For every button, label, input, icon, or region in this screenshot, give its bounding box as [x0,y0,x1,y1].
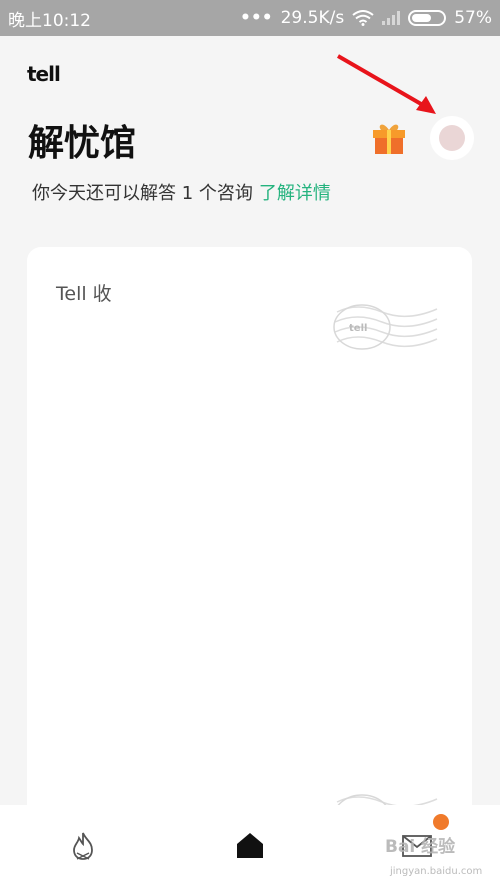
avatar-image [439,125,465,151]
dots-icon: ••• [240,8,273,28]
nav-home[interactable] [236,831,264,863]
annotation-arrow [336,54,436,114]
gift-icon [373,124,405,154]
page-title: 解忧馆 [28,123,137,164]
card-title: Tell 收 [56,283,112,305]
wifi-icon [352,10,374,26]
watermark: Bai 经验 [385,837,456,857]
answer-quota-text: 你今天还可以解答 1 个咨询 了解详情 [32,179,331,205]
nav-discover[interactable] [70,831,96,865]
gift-button[interactable] [371,121,407,155]
watermark-url: jingyan.baidu.com [390,866,483,877]
postmark-icon: tell [333,304,438,350]
quota-label: 你今天还可以解答 1 个咨询 [32,183,253,204]
letter-card[interactable]: Tell 收 tell [27,247,472,847]
home-icon [237,833,263,858]
battery-icon [408,10,447,26]
avatar[interactable] [430,116,474,160]
stamp-text: tell [349,323,367,334]
signal-icon [382,11,401,25]
status-right: ••• 29.5K/s 57% [240,8,492,28]
status-time: 晚上10:12 [8,10,91,31]
fire-icon [73,832,93,860]
app-logo: tell [27,62,61,86]
status-bar: 晚上10:12 ••• 29.5K/s 57% [0,0,500,36]
learn-more-link[interactable]: 了解详情 [259,183,331,204]
battery-percent: 57% [454,8,492,28]
network-speed: 29.5K/s [280,8,345,28]
notification-badge [433,814,449,830]
